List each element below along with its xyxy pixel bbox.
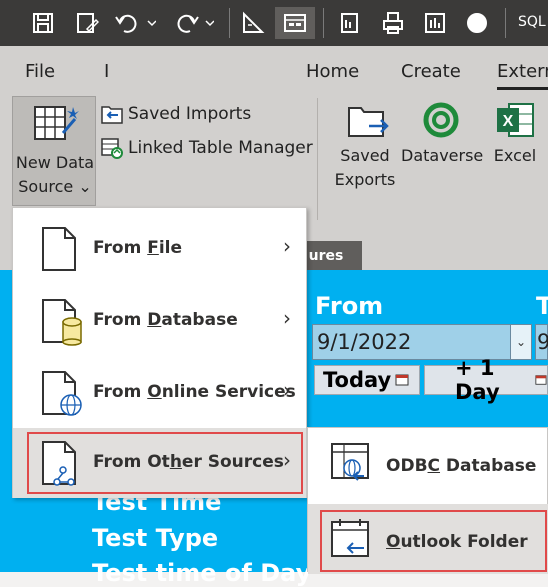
new-data-source-label-line1: New Data [15, 153, 95, 172]
menu-item-from-other-sources[interactable]: From Other Sources › [13, 428, 306, 498]
menu-label-key: O [147, 382, 162, 402]
saved-exports-icon [348, 107, 389, 137]
chevron-right-icon: › [283, 378, 291, 402]
tab-create[interactable]: Create [401, 61, 461, 82]
form-view-icon[interactable] [275, 7, 315, 39]
today-button[interactable]: Today [314, 365, 420, 395]
submenu-label-pre: ODB [386, 456, 428, 476]
submenu-label-post: Database [440, 456, 537, 476]
from-date-combo[interactable]: 9/1/2022 ⌄ [312, 324, 532, 360]
menu-label-post: nline Services [161, 382, 296, 402]
plus-one-day-label: + 1 Day [455, 356, 500, 404]
new-data-source-label-line2: Source [18, 177, 74, 196]
undo-icon[interactable] [112, 7, 158, 39]
submenu-label-key: O [386, 532, 401, 552]
submenu-item-odbc-database[interactable]: ODBC Database [308, 428, 548, 498]
saved-exports-label-line1: Saved [340, 146, 390, 165]
linked-table-manager-button[interactable]: Linked Table Manager [100, 135, 313, 161]
tab-cursor: I [104, 61, 110, 82]
tab-home[interactable]: Home [306, 61, 359, 82]
redo-icon[interactable] [170, 7, 216, 39]
to-date-combo[interactable]: 9 [535, 324, 548, 360]
menu-item-from-online-services[interactable]: From Online Services › [13, 358, 306, 428]
linked-table-manager-icon [101, 138, 123, 159]
design-view-icon[interactable] [238, 7, 268, 39]
field-test-type: Test Type [92, 524, 219, 552]
file-icon [42, 227, 76, 271]
svg-text:X: X [503, 113, 514, 130]
toolbar-separator [229, 8, 230, 38]
saved-exports-button[interactable]: Saved Exports [334, 100, 396, 192]
menu-label-pre: From [93, 382, 148, 402]
saved-imports-label: Saved Imports [128, 104, 252, 124]
record-circle-icon[interactable] [462, 7, 492, 39]
ribbon-tabs: File I Home Create Extern [0, 46, 548, 92]
new-data-source-icon [34, 106, 79, 140]
menu-label-key: h [169, 452, 182, 472]
menu-label-key: F [147, 238, 159, 258]
menu-label-key: D [147, 310, 162, 330]
chevron-right-icon: › [283, 234, 291, 258]
field-test-time-of-day: Test time of Day [92, 559, 312, 587]
save-as-icon[interactable] [72, 7, 102, 39]
today-label: Today [323, 368, 392, 392]
to-date-value: 9 [537, 330, 548, 354]
new-data-source-button[interactable]: New Data Source ⌄ [12, 96, 96, 206]
chevron-down-icon: ⌄ [78, 177, 92, 196]
ribbon-group-separator [317, 98, 318, 220]
from-label: From [315, 292, 384, 320]
saved-exports-label-line2: Exports [334, 170, 396, 189]
tab-file[interactable]: File [25, 61, 55, 82]
toolbar-separator [505, 8, 506, 38]
calendar-icon [395, 374, 409, 386]
menu-label-post: ile [158, 238, 183, 258]
print-icon[interactable] [378, 7, 408, 39]
report-icon[interactable] [334, 7, 364, 39]
excel-icon: X [497, 103, 534, 137]
menu-label-pre: From Ot [93, 452, 170, 472]
linked-table-manager-label: Linked Table Manager [128, 138, 313, 158]
menu-label-post: er Sources [181, 452, 284, 472]
submenu-label-post: utlook Folder [400, 532, 528, 552]
dataverse-button[interactable]: Dataverse [401, 100, 484, 168]
chevron-down-icon[interactable]: ⌄ [510, 325, 531, 359]
database-file-icon [42, 299, 82, 346]
quick-access-toolbar: SQL [0, 0, 548, 46]
sql-view-button[interactable]: SQL [518, 14, 546, 30]
other-sources-submenu: ODBC Database Outlook Folder [307, 427, 548, 574]
menu-item-from-database[interactable]: From Database › [13, 286, 306, 356]
outlook-folder-icon [331, 519, 369, 557]
menu-label-post: atabase [161, 310, 238, 330]
saved-imports-button[interactable]: Saved Imports [100, 101, 251, 127]
from-date-value: 9/1/2022 [317, 330, 412, 354]
plus-one-day-button[interactable]: + 1 Day [424, 356, 548, 404]
toolbar-separator [323, 8, 324, 38]
to-label: T [536, 292, 548, 320]
other-sources-file-icon [42, 441, 76, 486]
submenu-item-outlook-folder[interactable]: Outlook Folder [308, 504, 548, 574]
tab-external-data[interactable]: Extern [497, 61, 548, 90]
saved-imports-icon [101, 106, 123, 124]
submenu-label-key: C [427, 456, 441, 476]
dataverse-icon [423, 102, 459, 138]
odbc-database-icon [331, 443, 369, 481]
online-services-file-icon [42, 371, 82, 416]
chevron-right-icon: › [283, 306, 291, 330]
calendar-icon [535, 375, 547, 385]
dataverse-label: Dataverse [401, 146, 484, 165]
excel-button[interactable]: X Excel [490, 100, 540, 168]
save-icon[interactable] [28, 7, 58, 39]
chevron-right-icon: › [283, 448, 291, 472]
excel-label: Excel [493, 146, 537, 165]
menu-item-from-file[interactable]: From File › [13, 214, 306, 284]
new-data-source-menu: From File › From Database › From Online … [12, 207, 307, 498]
menu-label-pre: From [93, 238, 148, 258]
menu-label-pre: From [93, 310, 148, 330]
chart-report-icon[interactable] [420, 7, 450, 39]
